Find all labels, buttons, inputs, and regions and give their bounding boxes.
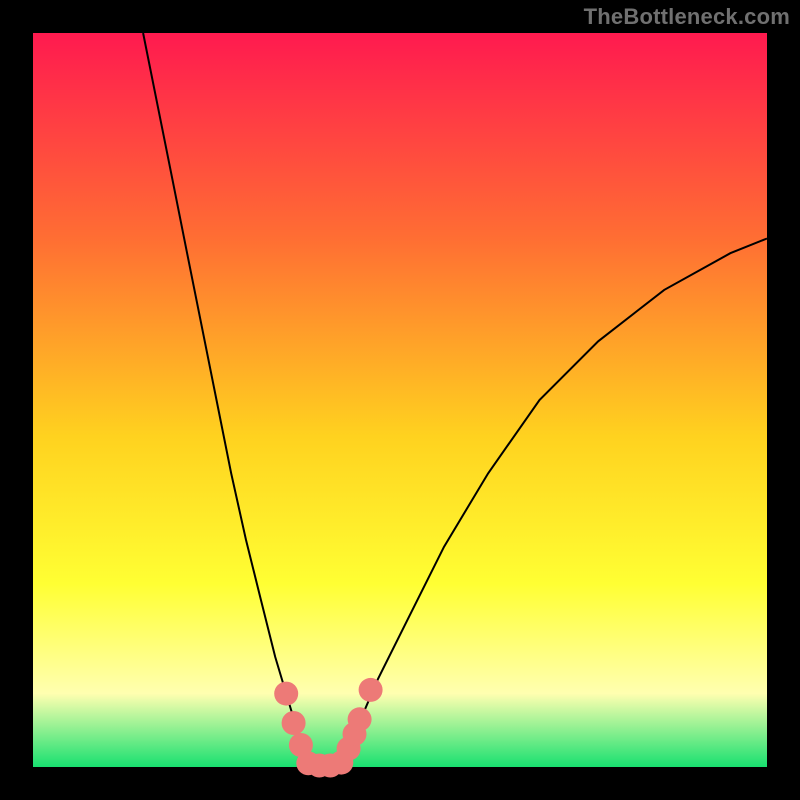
plot-area [33, 33, 767, 767]
highlight-dot [348, 707, 372, 731]
highlight-dot [274, 682, 298, 706]
watermark-text: TheBottleneck.com [584, 4, 790, 30]
highlight-dot [282, 711, 306, 735]
chart-frame: TheBottleneck.com [0, 0, 800, 800]
bottleneck-chart [0, 0, 800, 800]
highlight-dot [359, 678, 383, 702]
